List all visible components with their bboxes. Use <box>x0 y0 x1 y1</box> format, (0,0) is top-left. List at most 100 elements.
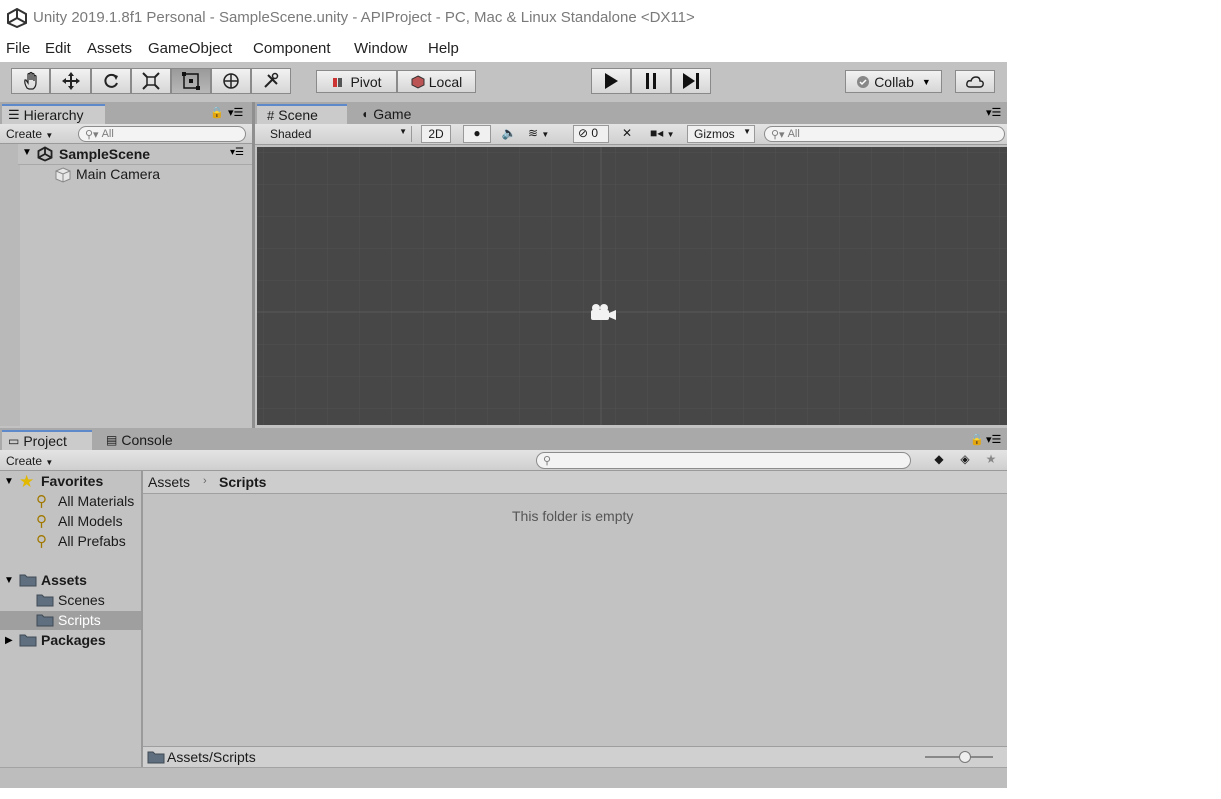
breadcrumb-item[interactable]: Scripts <box>219 474 266 490</box>
panel-menu-icon[interactable]: ▾☰ <box>986 106 1001 119</box>
folder-icon <box>36 594 54 607</box>
lock-icon[interactable]: 🔒 <box>970 433 984 446</box>
camera-gizmo-icon[interactable] <box>588 302 618 324</box>
menu-edit[interactable]: Edit <box>45 40 71 57</box>
2d-toggle-button[interactable]: 2D <box>421 125 451 143</box>
search-by-label-button[interactable]: ◈ <box>954 452 976 466</box>
scene-row[interactable]: ▼ SampleScene ▾☰ <box>18 144 252 165</box>
pivot-icon <box>333 77 343 87</box>
window-title: Unity 2019.1.8f1 Personal - SampleScene.… <box>33 9 695 26</box>
local-cube-icon <box>411 74 425 89</box>
folder-item[interactable]: Scenes <box>58 592 105 608</box>
step-button[interactable] <box>671 68 711 94</box>
search-icon: ⚲ <box>36 513 47 530</box>
menu-window[interactable]: Window <box>354 40 407 57</box>
search-by-type-button[interactable]: ◆ <box>928 452 950 466</box>
pause-icon <box>646 73 656 89</box>
dropdown-arrow-icon: ▼ <box>743 127 751 136</box>
scene-grid <box>257 147 1007 425</box>
hierarchy-item[interactable]: Main Camera <box>18 165 252 185</box>
scene-viewport[interactable] <box>257 147 1007 425</box>
packages-label[interactable]: Packages <box>41 632 106 648</box>
move-arrows-icon <box>61 72 80 90</box>
gizmos-dropdown[interactable]: Gizmos ▼ <box>687 125 755 143</box>
lighting-toggle-button[interactable]: ● <box>463 125 491 143</box>
hierarchy-create-button[interactable]: Create ▼ <box>6 127 53 141</box>
expand-arrow-icon[interactable]: ▼ <box>4 575 14 586</box>
tab-hierarchy[interactable]: ☰ Hierarchy <box>2 104 105 124</box>
breadcrumb-item[interactable]: Assets <box>148 474 190 490</box>
effects-dropdown[interactable]: ≋ ▼ <box>528 126 568 140</box>
pivot-button[interactable]: Pivot <box>316 70 397 93</box>
pause-button[interactable] <box>631 68 671 94</box>
audio-toggle-button[interactable]: 🔈 <box>495 126 523 140</box>
favorite-item[interactable]: All Materials <box>58 493 134 509</box>
pacman-icon: ◖ <box>361 107 369 121</box>
menu-bar: File Edit Assets GameObject Component Wi… <box>0 37 1221 61</box>
star-icon: ★ <box>19 472 35 491</box>
shading-mode-dropdown[interactable]: Shaded ▼ <box>262 126 412 142</box>
shapes-icon: ◆ <box>934 452 944 466</box>
scene-name: SampleScene <box>59 146 151 162</box>
camera-settings-dropdown[interactable]: ■◂ ▼ <box>650 126 686 140</box>
hierarchy-search-input[interactable]: ⚲▾ All <box>78 126 246 142</box>
menu-help[interactable]: Help <box>428 40 459 57</box>
cloud-button[interactable] <box>955 70 995 93</box>
rotate-tool-button[interactable] <box>91 68 131 94</box>
search-icon: ⚲ <box>36 493 47 510</box>
hierarchy-gutter <box>0 144 20 426</box>
rotate-icon <box>104 73 118 88</box>
layers-icon: ≋ <box>528 126 539 140</box>
folder-icon: ▭ <box>8 434 20 448</box>
local-button[interactable]: Local <box>397 70 476 93</box>
menu-gameobject[interactable]: GameObject <box>148 40 232 57</box>
scene-search-input[interactable]: ⚲▾ All <box>764 126 1005 142</box>
favorite-item[interactable]: All Models <box>58 513 123 529</box>
menu-assets[interactable]: Assets <box>87 40 132 57</box>
assets-label[interactable]: Assets <box>41 572 87 588</box>
wrench-icon: ✕ <box>621 126 633 140</box>
project-create-button[interactable]: Create ▼ <box>6 454 53 468</box>
tab-game[interactable]: ◖ Game <box>355 104 435 124</box>
transform-tool-button[interactable] <box>211 68 251 94</box>
hand-icon <box>23 71 37 90</box>
menu-component[interactable]: Component <box>253 40 331 57</box>
favorite-item[interactable]: All Prefabs <box>58 533 126 549</box>
expand-arrow-icon[interactable]: ▼ <box>22 147 32 158</box>
dropdown-arrow-icon: ▼ <box>921 76 931 87</box>
folder-icon <box>19 574 37 587</box>
scene-menu-icon[interactable]: ▾☰ <box>230 147 244 158</box>
hierarchy-list: ▼ SampleScene ▾☰ Main Camera <box>0 144 252 426</box>
expand-arrow-icon[interactable]: ▼ <box>4 476 14 487</box>
icon-size-slider-thumb[interactable] <box>959 751 971 763</box>
folder-item-selected[interactable]: Scripts <box>0 611 143 630</box>
tab-project[interactable]: ▭ Project <box>2 430 92 450</box>
tab-console[interactable]: ▤ Console <box>100 430 190 450</box>
folder-icon <box>147 751 165 764</box>
rect-tool-button[interactable] <box>171 68 211 94</box>
panel-menu-icon[interactable]: ▾☰ <box>228 106 243 119</box>
footer-path: Assets/Scripts <box>167 749 256 765</box>
light-bulb-icon: ● <box>473 126 481 140</box>
collab-dropdown[interactable]: Collab ▼ <box>845 70 942 93</box>
folder-icon <box>36 614 54 627</box>
move-tool-button[interactable] <box>50 68 91 94</box>
save-search-button[interactable]: ★ <box>980 452 1002 466</box>
lock-icon[interactable]: 🔒 <box>210 106 224 119</box>
panel-menu-icon[interactable]: ▾☰ <box>986 433 1001 446</box>
play-icon <box>605 73 618 89</box>
scene-tools-button[interactable]: ✕ <box>614 126 640 140</box>
play-button[interactable] <box>591 68 631 94</box>
hidden-objects-toggle[interactable]: ⊘ 0 <box>573 125 609 143</box>
custom-tool-button[interactable] <box>251 68 291 94</box>
scale-tool-button[interactable] <box>131 68 171 94</box>
hand-tool-button[interactable] <box>11 68 50 94</box>
tab-scene[interactable]: # Scene <box>257 104 347 124</box>
transform-icon <box>223 73 239 89</box>
collapse-arrow-icon[interactable]: ▶ <box>5 635 13 646</box>
favorites-label[interactable]: Favorites <box>41 473 103 489</box>
hierarchy-item-label: Main Camera <box>76 166 161 182</box>
project-search-input[interactable]: ⚲ <box>536 452 911 469</box>
menu-file[interactable]: File <box>6 40 30 57</box>
splitter-vertical[interactable] <box>252 102 255 428</box>
